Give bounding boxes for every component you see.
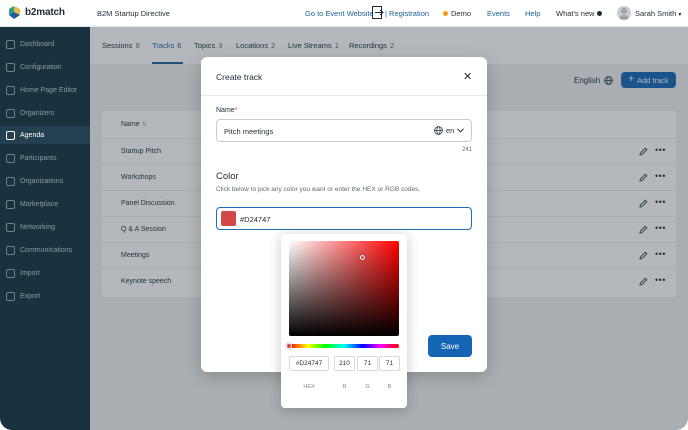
networking-icon (6, 223, 15, 232)
blue-input[interactable]: 71 (379, 356, 400, 371)
logo-text: b2match (25, 7, 65, 18)
sidebar-item-organizations[interactable]: Organizations (6, 176, 63, 187)
participants-icon (6, 154, 15, 163)
color-section-title: Color (216, 171, 239, 182)
help-link[interactable]: Help (525, 9, 540, 18)
color-swatch[interactable] (221, 211, 236, 226)
home-icon (6, 86, 15, 95)
logo[interactable]: b2match (8, 6, 65, 19)
red-label: R (342, 384, 347, 390)
name-field[interactable]: Pitch meetings en (216, 119, 472, 142)
events-link[interactable]: Events (487, 9, 510, 18)
divider (201, 95, 487, 96)
sidebar-item-agenda[interactable]: Agenda (6, 130, 44, 141)
chevron-down-icon: ▾ (678, 12, 682, 18)
demo-badge[interactable]: Demo (443, 9, 471, 18)
registration-icon (372, 6, 384, 21)
registration-link[interactable]: | Registration (385, 9, 429, 18)
building-icon (6, 177, 15, 186)
calendar-icon (6, 131, 15, 140)
sidebar-item-networking[interactable]: Networking (6, 222, 55, 233)
gear-icon (6, 63, 15, 72)
green-input[interactable]: 71 (357, 356, 378, 371)
avatar[interactable] (617, 6, 631, 20)
sidebar-item-import[interactable]: Import (6, 268, 40, 279)
name-label: Name* (216, 107, 238, 114)
char-count: 241 (462, 147, 473, 153)
whats-new-link[interactable]: What's new (556, 9, 602, 18)
sidebar-item-home-page-editor[interactable]: Home Page Editor (6, 85, 77, 96)
chat-icon (6, 246, 15, 255)
color-field[interactable]: #D24747 (216, 207, 472, 230)
user-menu[interactable]: Sarah Smith ▾ (635, 9, 681, 18)
red-input[interactable]: 210 (334, 356, 355, 371)
save-button[interactable]: Save (428, 335, 472, 357)
hex-input[interactable]: #D24747 (289, 356, 329, 371)
organizers-icon (6, 109, 15, 118)
chevron-down-icon (457, 128, 465, 133)
sidebar-item-participants[interactable]: Participants (6, 153, 57, 164)
saturation-area[interactable] (289, 241, 399, 336)
hex-label: HEX (303, 384, 315, 390)
go-to-event-link[interactable]: Go to Event Website (305, 9, 374, 18)
sidebar-item-marketplace[interactable]: Marketplace (6, 199, 58, 210)
sidebar-item-export[interactable]: Export (6, 291, 40, 302)
color-help-text: Click below to pick any color you want o… (216, 186, 421, 193)
hue-slider-handle[interactable] (286, 343, 292, 349)
close-icon[interactable]: ✕ (463, 70, 472, 83)
status-dot (443, 11, 448, 16)
import-icon (6, 269, 15, 278)
color-picker-popover: #D24747 210 71 71 HEX R G B (281, 234, 407, 408)
new-indicator-icon (596, 11, 602, 16)
hue-slider[interactable] (289, 344, 399, 348)
top-bar: b2match B2M Startup Directive Go to Even… (0, 0, 688, 27)
event-title: B2M Startup Directive (97, 9, 170, 18)
globe-icon (434, 126, 443, 135)
name-language-select[interactable]: en (434, 126, 465, 135)
b2match-logo-icon (8, 6, 21, 19)
sidebar-item-configuration[interactable]: Configuration (6, 62, 62, 73)
green-label: G (365, 384, 370, 390)
saturation-cursor[interactable] (360, 255, 365, 260)
export-icon (6, 292, 15, 301)
sidebar-item-communications[interactable]: Communications (6, 245, 72, 256)
sidebar-item-organizers[interactable]: Organizers (6, 108, 54, 119)
blue-label: B (387, 384, 392, 390)
modal-title: Create track (216, 72, 263, 82)
dashboard-icon (6, 40, 15, 49)
sidebar: Dashboard Configuration Home Page Editor… (0, 27, 90, 430)
app-window: b2match B2M Startup Directive Go to Even… (0, 0, 688, 430)
sidebar-item-dashboard[interactable]: Dashboard (6, 39, 54, 50)
marketplace-icon (6, 200, 15, 209)
